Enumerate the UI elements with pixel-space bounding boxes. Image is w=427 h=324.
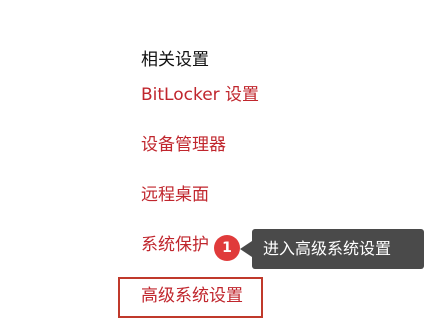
step-number-badge: 1 [214,235,240,261]
system-protection-link[interactable]: 系统保护 [141,233,209,257]
advanced-settings-highlight-box [118,277,263,318]
device-manager-link[interactable]: 设备管理器 [141,133,226,157]
remote-desktop-link[interactable]: 远程桌面 [141,183,209,207]
settings-page: 相关设置 BitLocker 设置 设备管理器 远程桌面 系统保护 高级系统设置… [0,0,427,324]
bitlocker-settings-link[interactable]: BitLocker 设置 [141,83,259,107]
related-settings-heading: 相关设置 [141,50,209,70]
tooltip-arrow [240,241,252,257]
step-tooltip: 进入高级系统设置 [252,229,424,269]
